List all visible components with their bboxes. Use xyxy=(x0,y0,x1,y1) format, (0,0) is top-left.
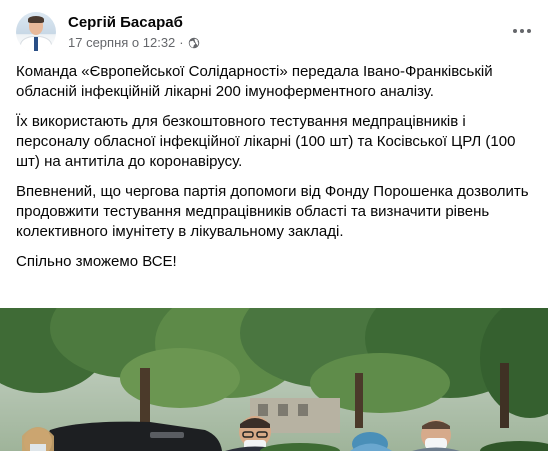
post-paragraph: Впевнений, що чергова партія допомоги ві… xyxy=(16,183,529,240)
author-name-link[interactable]: Сергій Басараб xyxy=(68,13,200,32)
more-options-icon[interactable] xyxy=(508,17,536,45)
post-photo[interactable] xyxy=(0,308,548,451)
post-timestamp-link[interactable]: 17 серпня о 12:32 xyxy=(68,34,175,51)
post-paragraph: Команда «Європейської Солідарності» пере… xyxy=(16,63,493,100)
separator-dot: · xyxy=(179,35,184,50)
post-paragraph: Спільно зможемо ВСЕ! xyxy=(16,253,177,270)
post-subline: 17 серпня о 12:32 · xyxy=(68,34,200,51)
post-meta: Сергій Басараб 17 серпня о 12:32 · xyxy=(68,13,200,51)
globe-icon[interactable] xyxy=(188,37,200,49)
photo-scene xyxy=(0,308,548,451)
post-text: Команда «Європейської Солідарності» пере… xyxy=(16,62,532,282)
post-paragraph: Їх використають для безкоштовного тестув… xyxy=(16,113,516,170)
author-avatar[interactable] xyxy=(16,12,56,52)
post-header: Сергій Басараб 17 серпня о 12:32 · xyxy=(16,10,200,54)
